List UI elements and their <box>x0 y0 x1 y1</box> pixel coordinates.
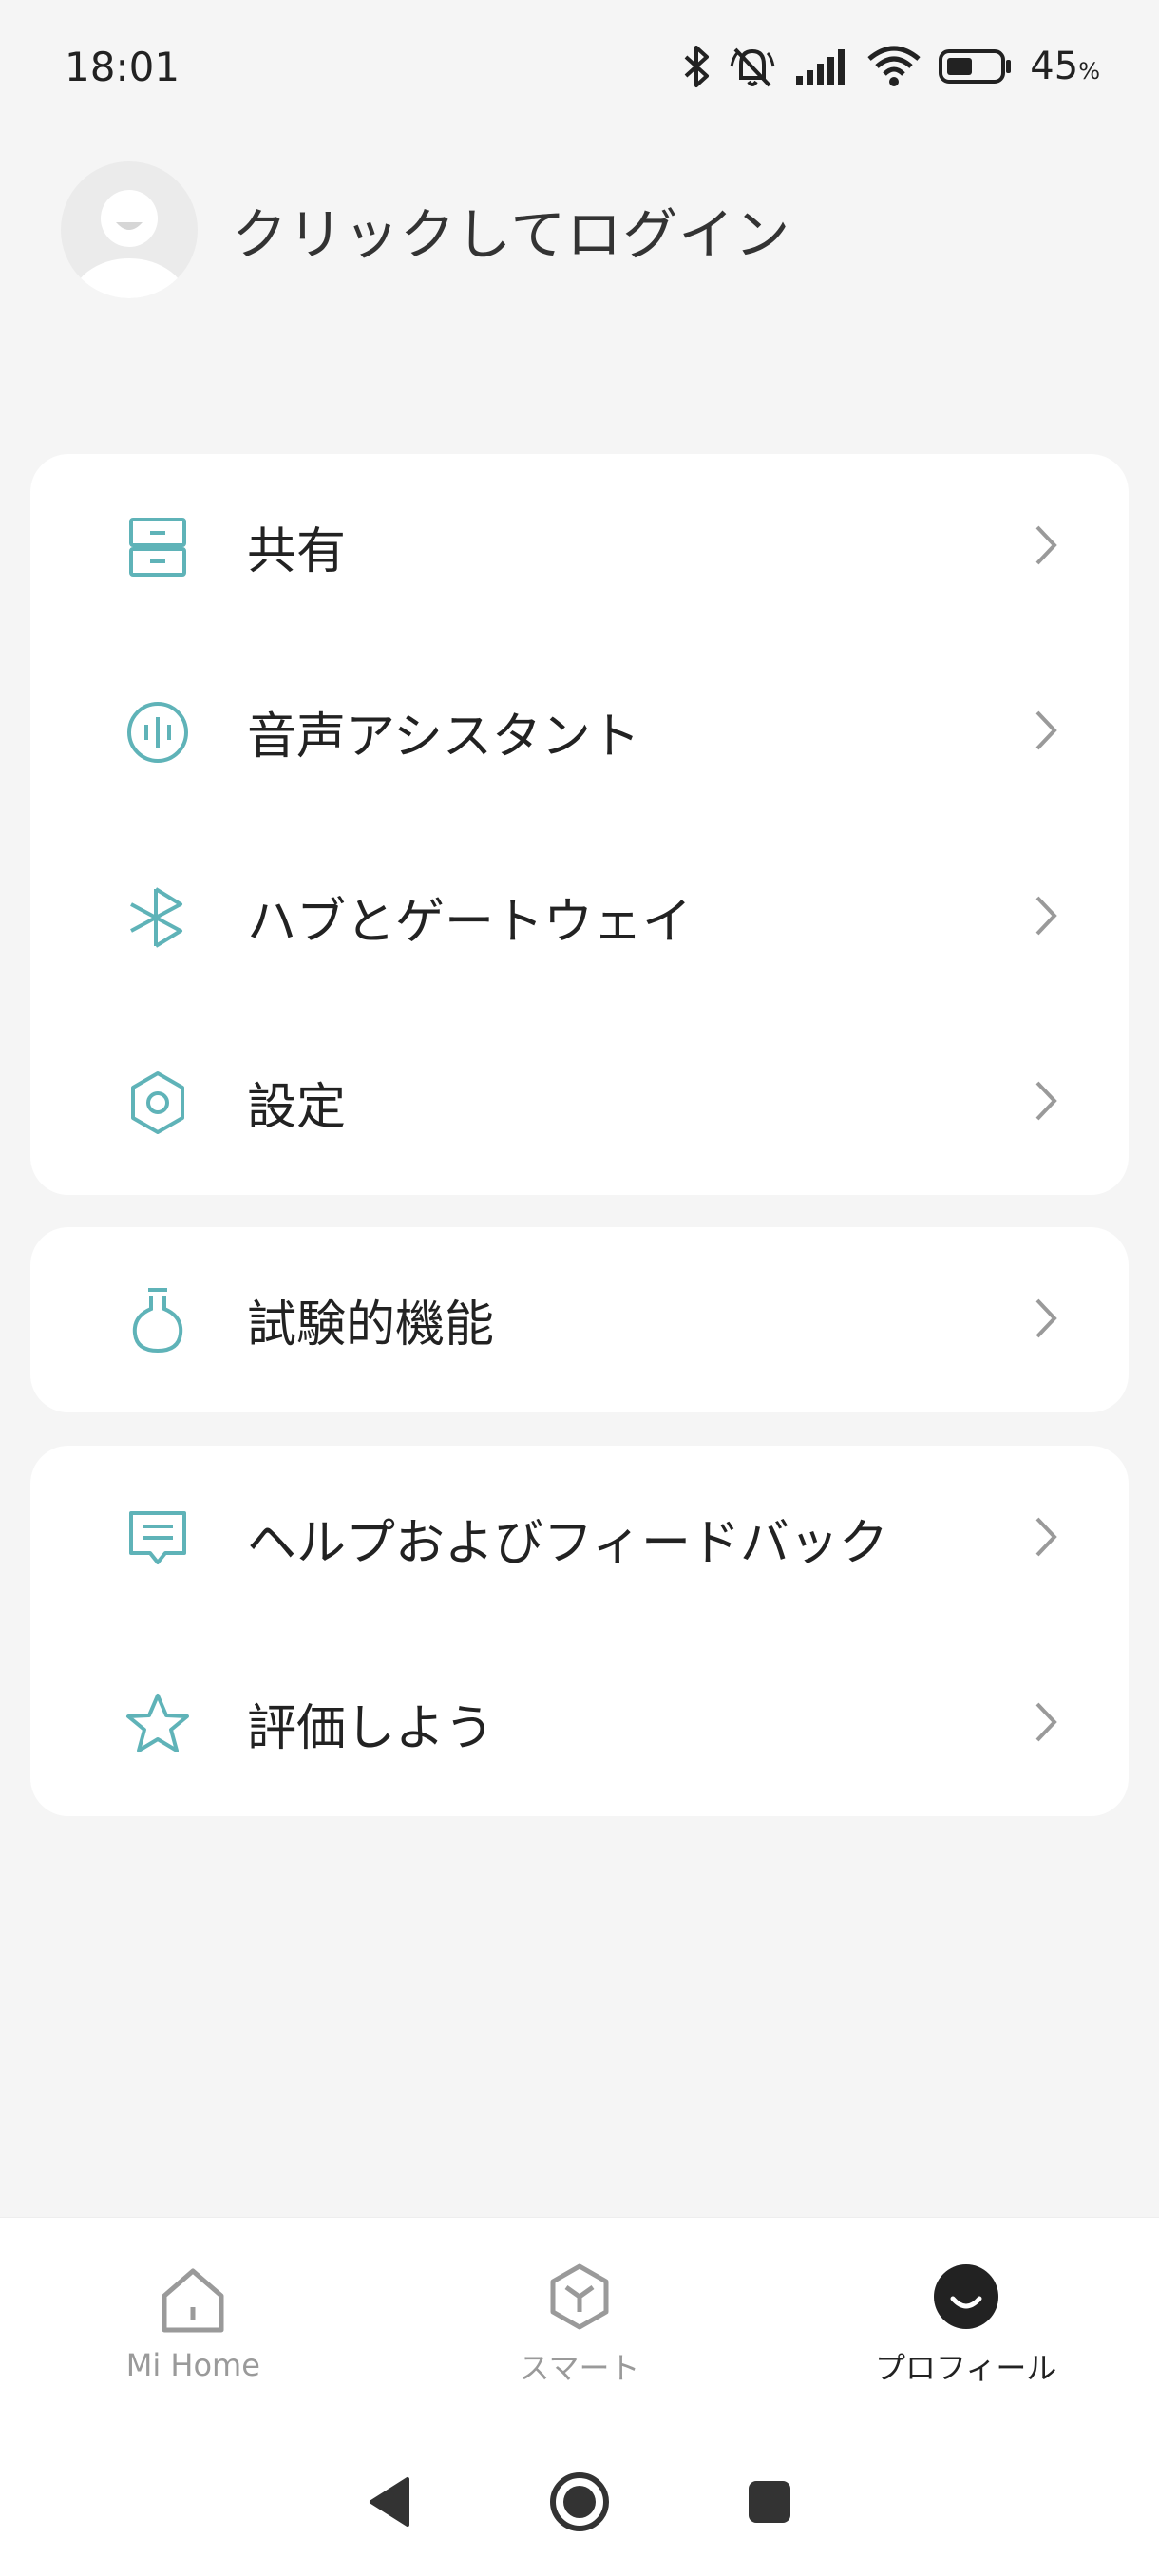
chevron-right-icon <box>1032 709 1060 756</box>
bluetooth-icon <box>682 44 711 89</box>
menu-item-hubs-gateways[interactable]: ハブとゲートウェイ <box>30 824 1129 1010</box>
flask-icon <box>124 1286 192 1354</box>
menu-item-label: ヘルプおよびフィードバック <box>247 1515 888 1572</box>
status-icons: 45% <box>682 44 1100 89</box>
profile-icon <box>932 2263 1000 2335</box>
system-back-button[interactable] <box>294 2475 484 2532</box>
status-time: 18:01 <box>65 43 180 90</box>
nav-tab-profile[interactable]: プロフィール <box>824 2263 1109 2388</box>
nav-tab-label: プロフィール <box>874 2349 1057 2386</box>
bluetooth-hub-icon <box>124 883 192 952</box>
wifi-icon <box>866 46 922 87</box>
nav-tab-smart[interactable]: スマート <box>437 2263 722 2388</box>
feedback-icon <box>124 1505 192 1573</box>
profile-screen: 18:01 45% クリックしてログイン 共有 音声アシスタント ハブとゲートウ… <box>0 0 1159 2576</box>
menu-card-support: ヘルプおよびフィードバック 評価しよう <box>30 1446 1129 1816</box>
smart-cube-icon <box>545 2263 614 2335</box>
menu-item-rate[interactable]: 評価しよう <box>30 1631 1129 1816</box>
menu-card-experimental: 試験的機能 <box>30 1227 1129 1412</box>
menu-item-label: 試験的機能 <box>247 1297 495 1354</box>
mute-bell-icon <box>728 44 777 89</box>
chevron-right-icon <box>1032 1079 1060 1127</box>
home-icon <box>159 2267 227 2338</box>
menu-item-help-feedback[interactable]: ヘルプおよびフィードバック <box>30 1446 1129 1631</box>
menu-item-voice-assistant[interactable]: 音声アシスタント <box>30 639 1129 824</box>
battery-icon <box>939 47 1013 85</box>
system-home-button[interactable] <box>484 2471 674 2537</box>
menu-item-label: 共有 <box>247 523 347 580</box>
menu-item-settings[interactable]: 設定 <box>30 1010 1129 1195</box>
menu-card-main: 共有 音声アシスタント ハブとゲートウェイ 設定 <box>30 454 1129 1195</box>
menu-item-label: 評価しよう <box>247 1700 495 1757</box>
menu-item-label: 設定 <box>247 1079 347 1136</box>
battery-percent: 45% <box>1030 45 1100 88</box>
nav-tab-label: スマート <box>519 2349 640 2386</box>
status-bar: 18:01 45% <box>0 0 1159 133</box>
settings-hex-icon <box>124 1069 192 1137</box>
login-header[interactable]: クリックしてログイン <box>61 161 790 298</box>
default-avatar-icon[interactable] <box>61 161 198 298</box>
menu-item-experimental[interactable]: 試験的機能 <box>30 1227 1129 1412</box>
back-triangle-icon <box>366 2475 413 2532</box>
star-icon <box>124 1690 192 1758</box>
login-prompt[interactable]: クリックしてログイン <box>232 190 790 270</box>
chevron-right-icon <box>1032 523 1060 571</box>
menu-item-label: ハブとゲートウェイ <box>247 894 693 951</box>
system-nav-bar <box>0 2432 1159 2576</box>
chevron-right-icon <box>1032 894 1060 941</box>
recents-square-icon <box>747 2479 792 2529</box>
chevron-right-icon <box>1032 1515 1060 1563</box>
voice-assistant-icon <box>124 698 192 767</box>
chevron-right-icon <box>1032 1700 1060 1748</box>
chevron-right-icon <box>1032 1297 1060 1344</box>
menu-item-label: 音声アシスタント <box>247 709 640 766</box>
nav-tab-mi-home[interactable]: Mi Home <box>50 2267 335 2383</box>
home-circle-icon <box>548 2471 611 2537</box>
menu-item-share[interactable]: 共有 <box>30 454 1129 639</box>
system-recents-button[interactable] <box>674 2479 864 2529</box>
nav-tab-label: Mi Home <box>125 2346 260 2383</box>
signal-icon <box>794 47 849 85</box>
share-icon <box>124 513 192 581</box>
bottom-nav: Mi Home スマート プロフィール <box>0 2217 1159 2432</box>
